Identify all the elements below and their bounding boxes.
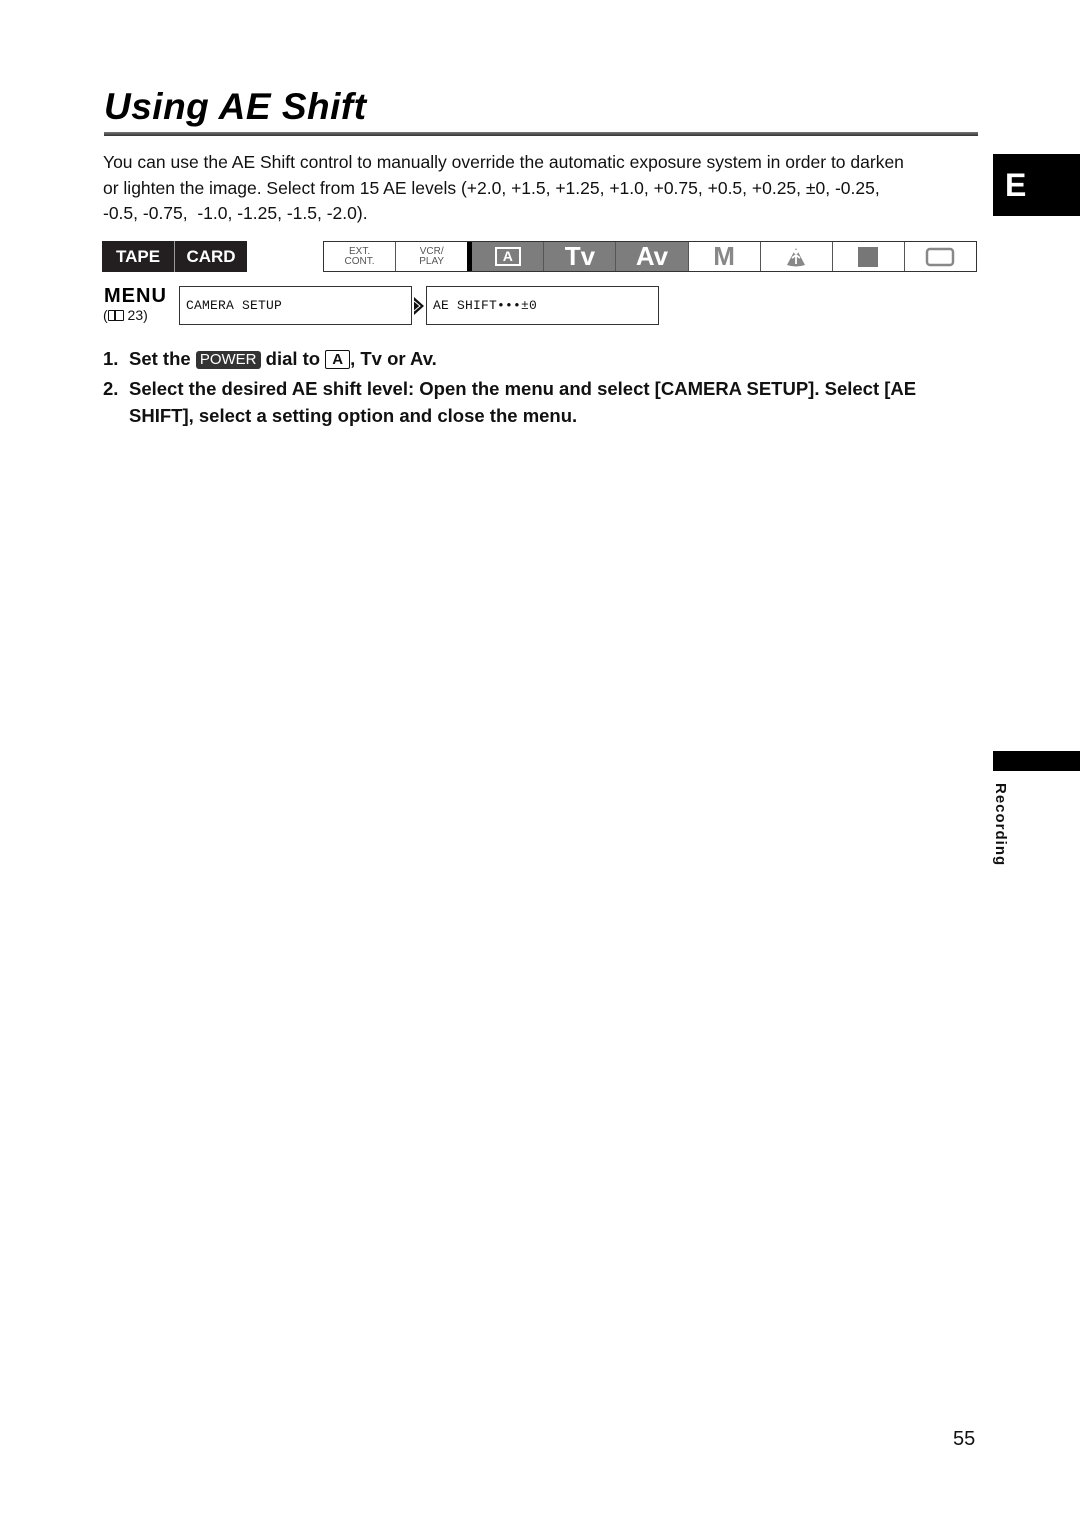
intro-line: You can use the AE Shift control to manu… (103, 152, 904, 172)
step-text: Set the (129, 348, 196, 369)
mode-spotlight (761, 242, 833, 271)
mode-label: PLAY (419, 255, 445, 267)
section-marker (993, 751, 1080, 771)
night-moon-icon (858, 246, 879, 267)
step-1: 1. Set the POWER dial to A, Tv or Av. (103, 345, 983, 372)
step-number: 1. (103, 348, 119, 369)
intro-line: or lighten the image. Select from 15 AE … (103, 177, 880, 198)
media-card: CARD (186, 246, 236, 266)
mode-ext-cont: EXT. CONT. (324, 242, 397, 271)
book-icon (107, 310, 124, 321)
menu-label: MENU (104, 285, 167, 307)
frame-rectangle-icon (926, 247, 955, 266)
step-number: 2. (103, 378, 119, 399)
step-text: , Tv or Av. (350, 348, 437, 369)
mode-label: VCR/ (419, 245, 444, 257)
page-title: Using AE Shift (104, 86, 367, 127)
mode-night (833, 242, 905, 271)
arrow-right-icon (413, 297, 424, 315)
media-tape: TAPE (102, 241, 175, 272)
menu-item-camera-setup: CAMERA SETUP (179, 286, 412, 325)
language-tab: E (993, 154, 1080, 216)
manual-mode-icon: M (713, 241, 735, 271)
mode-manual: M (689, 241, 761, 271)
intro-line: -0.5, -0.75, -1.0, -1.25, -1.5, -2.0). (103, 203, 368, 223)
step-2: 2. Select the desired AE shift level: Op… (103, 375, 983, 429)
menu-page-reference: ( 23) (103, 307, 148, 323)
page-number: 55 (953, 1428, 976, 1450)
menu-item-ae-shift: AE SHIFT•••±0 (426, 286, 659, 325)
power-dial-badge: POWER (195, 351, 261, 369)
mode-frame (905, 242, 976, 271)
auto-mode-badge: A (325, 350, 351, 369)
intro-paragraph: You can use the AE Shift control to manu… (103, 150, 983, 227)
media-indicator: TAPE CARD (102, 241, 247, 272)
mode-label: EXT. (348, 245, 371, 257)
tv-mode-icon: Tv (564, 241, 596, 271)
mode-indicator: EXT. CONT. VCR/ PLAY A Tv Av M (323, 241, 977, 272)
ref-page: 23) (123, 307, 148, 323)
section-label: Recording (992, 783, 1009, 867)
ref-paren: ( (103, 307, 108, 323)
mode-label: CONT. (344, 255, 375, 267)
mode-auto: A (472, 242, 545, 271)
instruction-steps: 1. Set the POWER dial to A, Tv or Av. 2.… (103, 345, 983, 432)
mode-av: Av (616, 241, 689, 271)
mode-vcr-play: VCR/ PLAY (396, 242, 473, 271)
auto-mode-icon: A (494, 247, 521, 266)
step-text: Select the desired AE shift level: Open … (129, 378, 917, 426)
mode-tv: Tv (544, 241, 617, 271)
step-text: dial to (260, 348, 326, 369)
spotlight-icon (787, 247, 806, 266)
title-rule (104, 132, 978, 136)
av-mode-icon: Av (635, 241, 669, 271)
